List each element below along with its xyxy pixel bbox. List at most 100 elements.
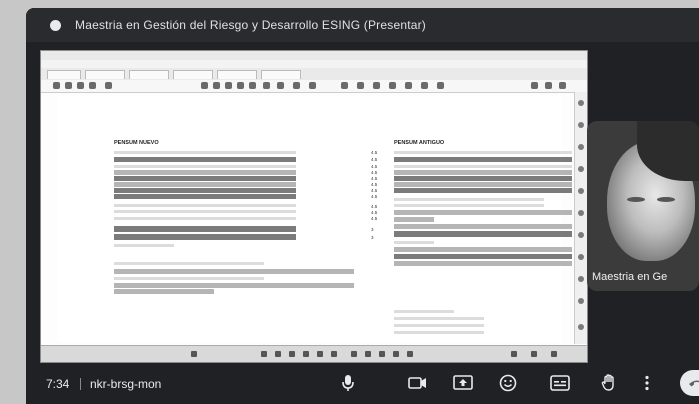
course-row xyxy=(394,204,544,207)
toolbar-icon xyxy=(341,82,348,89)
mic-icon xyxy=(342,375,354,391)
participant-name: Maestria en Ge xyxy=(592,271,668,283)
toolbar-icon xyxy=(437,82,444,89)
browser-tab xyxy=(47,70,81,79)
taskbar-icon[interactable] xyxy=(551,351,557,357)
course-row xyxy=(114,157,296,162)
side-panel-icon xyxy=(578,232,584,238)
shared-screen: PENSUM NUEVO 4.5 4.5 4.5 4.5 4.5 4.5 4.5… xyxy=(40,50,588,363)
course-row xyxy=(114,217,296,220)
raise-hand-button[interactable] xyxy=(592,370,626,396)
course-row xyxy=(114,204,296,207)
toolbar-icon xyxy=(309,82,316,89)
taskbar-icon[interactable] xyxy=(379,351,385,357)
taskbar-icon[interactable] xyxy=(191,351,197,357)
document-page: PENSUM NUEVO 4.5 4.5 4.5 4.5 4.5 4.5 4.5… xyxy=(57,96,572,342)
side-panel-icon xyxy=(578,276,584,282)
course-row xyxy=(394,151,572,154)
browser-tab xyxy=(173,70,213,79)
toolbar-icon xyxy=(421,82,428,89)
present-button[interactable] xyxy=(446,370,480,396)
toolbar-icon xyxy=(249,82,256,89)
course-row xyxy=(394,224,572,229)
credit-value: 4.5 xyxy=(371,204,378,209)
mic-button[interactable] xyxy=(331,370,365,396)
course-row xyxy=(114,188,296,193)
taskbar-icon[interactable] xyxy=(351,351,357,357)
credit-value: 4.5 xyxy=(371,157,378,162)
more-options-button[interactable] xyxy=(636,370,658,396)
side-panel-icon xyxy=(578,324,584,330)
toolbar-icon xyxy=(545,82,552,89)
course-row xyxy=(394,170,572,175)
taskbar-icon[interactable] xyxy=(275,351,281,357)
toolbar-icon xyxy=(531,82,538,89)
camera-button[interactable] xyxy=(401,370,435,396)
elective-row xyxy=(114,283,354,288)
taskbar-icon[interactable] xyxy=(261,351,267,357)
toolbar-icon xyxy=(213,82,220,89)
emoji-icon xyxy=(499,374,517,392)
course-row xyxy=(394,241,434,244)
toolbar-icon xyxy=(373,82,380,89)
toolbar-icon xyxy=(237,82,244,89)
course-row xyxy=(394,231,572,237)
taskbar-icon[interactable] xyxy=(303,351,309,357)
document-toolbar xyxy=(41,80,587,93)
course-row xyxy=(394,210,572,215)
course-row xyxy=(114,210,296,213)
toolbar-icon xyxy=(293,82,300,89)
browser-tab xyxy=(261,70,301,79)
divider xyxy=(80,378,81,390)
taskbar-icon[interactable] xyxy=(407,351,413,357)
course-row xyxy=(394,254,572,259)
toolbar-icon xyxy=(405,82,412,89)
pensum-old-title: PENSUM ANTIGUO xyxy=(394,140,445,146)
taskbar-icon[interactable] xyxy=(393,351,399,357)
course-row xyxy=(394,198,544,201)
captions-icon xyxy=(550,375,570,391)
note-row xyxy=(394,317,484,320)
side-panel-icon xyxy=(578,100,584,106)
note-row xyxy=(394,331,484,334)
taskbar-icon[interactable] xyxy=(511,351,517,357)
toolbar-icon xyxy=(65,82,72,89)
meeting-code: nkr-brsg-mon xyxy=(90,377,162,391)
side-panel-icon xyxy=(578,254,584,260)
elective-row xyxy=(114,262,264,265)
camera-icon xyxy=(408,377,426,389)
course-row xyxy=(394,176,572,181)
meeting-time: 7:34 xyxy=(46,377,70,391)
present-screen-icon xyxy=(453,375,473,390)
taskbar-icon[interactable] xyxy=(531,351,537,357)
taskbar-icon[interactable] xyxy=(365,351,371,357)
emoji-button[interactable] xyxy=(491,370,525,396)
browser-tab xyxy=(129,70,169,79)
toolbar-icon xyxy=(357,82,364,89)
taskbar-icon[interactable] xyxy=(331,351,337,357)
browser-tab xyxy=(217,70,257,79)
course-row xyxy=(394,165,572,168)
toolbar-icon xyxy=(559,82,566,89)
course-row xyxy=(394,261,572,266)
toolbar-icon xyxy=(77,82,84,89)
course-row xyxy=(394,188,572,193)
credit-value: 3 xyxy=(371,227,374,232)
elective-row xyxy=(114,269,354,274)
course-row xyxy=(114,182,296,187)
credit-value: 4.5 xyxy=(371,150,378,155)
side-panel-icon xyxy=(578,298,584,304)
more-options-icon xyxy=(645,375,649,391)
presenting-icon xyxy=(50,19,61,31)
browser-tabs xyxy=(41,68,587,80)
browser-tab xyxy=(85,70,125,79)
note-row xyxy=(394,324,484,327)
side-panel-icon xyxy=(578,144,584,150)
pensum-new-title: PENSUM NUEVO xyxy=(114,140,159,146)
captions-button[interactable] xyxy=(543,370,577,396)
taskbar-icon[interactable] xyxy=(317,351,323,357)
end-call-button[interactable] xyxy=(680,370,699,396)
participant-eye xyxy=(627,197,645,202)
participant-tile[interactable]: Maestria en Ge xyxy=(587,121,699,291)
taskbar-icon[interactable] xyxy=(289,351,295,357)
